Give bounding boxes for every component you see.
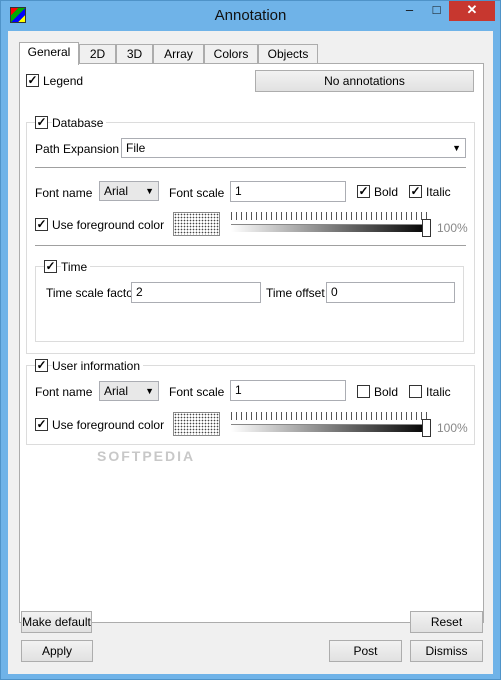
slider-thumb[interactable]: [422, 219, 431, 237]
tab-array[interactable]: Array: [153, 44, 204, 64]
db-font-name-label: Font name: [35, 186, 93, 200]
ui-font-name-label: Font name: [35, 385, 93, 399]
database-separator-2: [35, 245, 466, 246]
path-expansion-label: Path Expansion: [35, 142, 120, 156]
user-info-label: User information: [52, 359, 144, 373]
ui-use-fg-checkbox[interactable]: ✓: [35, 418, 48, 431]
ui-color-swatch[interactable]: [173, 412, 220, 436]
tab-objects[interactable]: Objects: [258, 44, 318, 64]
database-label: Database: [52, 116, 107, 130]
general-tab-panel: ✓ Legend No annotations ✓ Database Path …: [19, 63, 484, 623]
db-opacity-slider[interactable]: [231, 212, 431, 238]
ui-font-scale-input[interactable]: 1: [230, 380, 346, 401]
tab-3d[interactable]: 3D: [116, 44, 153, 64]
db-font-scale-input[interactable]: 1: [230, 181, 346, 202]
maximize-button[interactable]: □: [423, 1, 450, 21]
database-checkbox[interactable]: ✓: [35, 116, 48, 129]
chevron-down-icon: ▼: [452, 143, 461, 153]
time-offset-label: Time offset: [266, 286, 325, 300]
ui-font-scale-label: Font scale: [169, 385, 225, 399]
db-font-scale-label: Font scale: [169, 186, 225, 200]
ui-bold-label: Bold: [374, 385, 399, 399]
db-bold-label: Bold: [374, 185, 399, 199]
db-use-fg-checkbox[interactable]: ✓: [35, 218, 48, 231]
db-use-fg-label: Use foreground color: [52, 218, 165, 232]
slider-track: [231, 224, 429, 232]
slider-track: [231, 424, 429, 432]
time-scale-factor-input[interactable]: 2: [131, 282, 261, 303]
db-font-name-value: Arial: [104, 184, 129, 198]
ui-use-fg-label: Use foreground color: [52, 418, 165, 432]
dismiss-button[interactable]: Dismiss: [410, 640, 483, 662]
chevron-down-icon: ▼: [145, 386, 154, 396]
softpedia-watermark: SOFTPEDIA: [97, 448, 196, 464]
user-info-checkbox[interactable]: ✓: [35, 359, 48, 372]
annotation-window: Annotation – □ ✕ General 2D 3D Array Col…: [0, 0, 501, 680]
ui-italic-label: Italic: [426, 385, 451, 399]
ui-bold-checkbox[interactable]: [357, 385, 370, 398]
time-label: Time: [61, 260, 91, 274]
db-bold-checkbox[interactable]: ✓: [357, 185, 370, 198]
ui-font-name-value: Arial: [104, 384, 129, 398]
ui-opacity-slider[interactable]: [231, 412, 431, 438]
ui-font-name-dropdown[interactable]: Arial ▼: [99, 381, 159, 401]
tab-colors[interactable]: Colors: [204, 44, 258, 64]
tab-2d[interactable]: 2D: [79, 44, 116, 64]
legend-checkbox[interactable]: ✓: [26, 74, 39, 87]
reset-button[interactable]: Reset: [410, 611, 483, 633]
tab-general[interactable]: General: [19, 42, 79, 65]
db-font-name-dropdown[interactable]: Arial ▼: [99, 181, 159, 201]
db-italic-checkbox[interactable]: ✓: [409, 185, 422, 198]
slider-ticks: [231, 412, 431, 420]
title-bar[interactable]: Annotation – □ ✕: [1, 1, 500, 31]
ui-opacity-value: 100%: [437, 421, 468, 435]
apply-button[interactable]: Apply: [21, 640, 93, 662]
db-italic-label: Italic: [426, 185, 451, 199]
no-annotations-button[interactable]: No annotations: [255, 70, 474, 92]
time-offset-input[interactable]: 0: [326, 282, 455, 303]
time-scale-factor-label: Time scale factor: [46, 286, 137, 300]
minimize-button[interactable]: –: [396, 1, 423, 21]
time-group: [35, 266, 464, 342]
legend-label: Legend: [43, 74, 84, 88]
post-button[interactable]: Post: [329, 640, 402, 662]
path-expansion-value: File: [126, 141, 146, 155]
close-button[interactable]: ✕: [449, 1, 495, 21]
make-default-button[interactable]: Make default: [21, 611, 92, 633]
slider-thumb[interactable]: [422, 419, 431, 437]
db-color-swatch[interactable]: [173, 212, 220, 236]
database-separator-1: [35, 167, 466, 168]
db-opacity-value: 100%: [437, 221, 468, 235]
chevron-down-icon: ▼: [145, 186, 154, 196]
time-checkbox[interactable]: ✓: [44, 260, 57, 273]
path-expansion-dropdown[interactable]: File ▼: [121, 138, 466, 158]
ui-italic-checkbox[interactable]: [409, 385, 422, 398]
dialog-client-area: General 2D 3D Array Colors Objects ✓ Leg…: [8, 31, 493, 674]
slider-ticks: [231, 212, 431, 220]
